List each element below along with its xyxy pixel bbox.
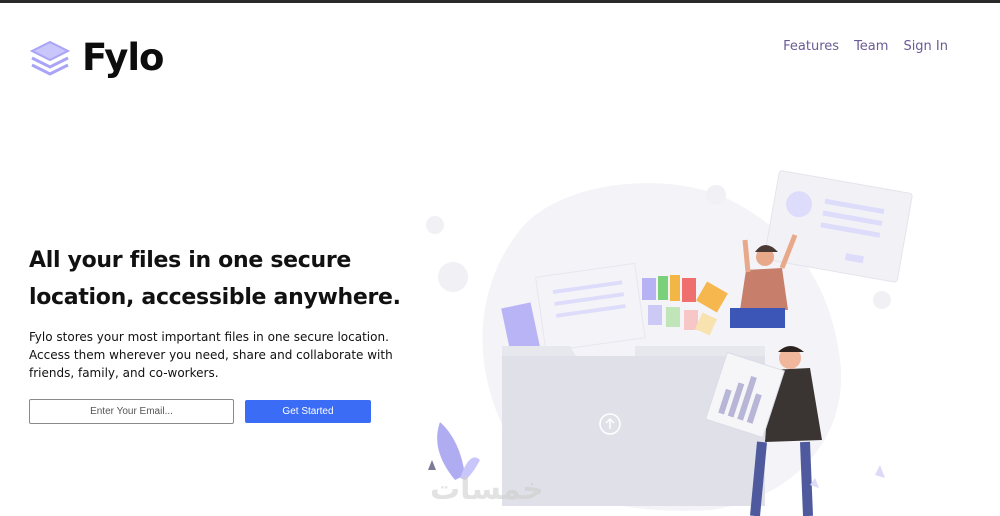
email-input[interactable] (29, 399, 234, 424)
people-organizing-files-illustration (426, 170, 913, 516)
nav-link-features[interactable]: Features (783, 39, 839, 54)
brand-name: Fylo (82, 36, 164, 79)
hero-description: Fylo stores your most important files in… (29, 330, 393, 380)
get-started-button[interactable]: Get Started (245, 400, 371, 423)
nav-link-team[interactable]: Team (854, 39, 888, 54)
stacked-layers-icon (29, 40, 71, 76)
hero-headline: All your files in one secure location, a… (29, 248, 401, 310)
brand-logo[interactable]: Fylo (28, 36, 164, 79)
watermark-text: خمسات (430, 472, 544, 507)
main-nav: Features Team Sign In (783, 39, 948, 54)
nav-link-sign-in[interactable]: Sign In (903, 39, 948, 54)
top-border (0, 0, 1000, 3)
